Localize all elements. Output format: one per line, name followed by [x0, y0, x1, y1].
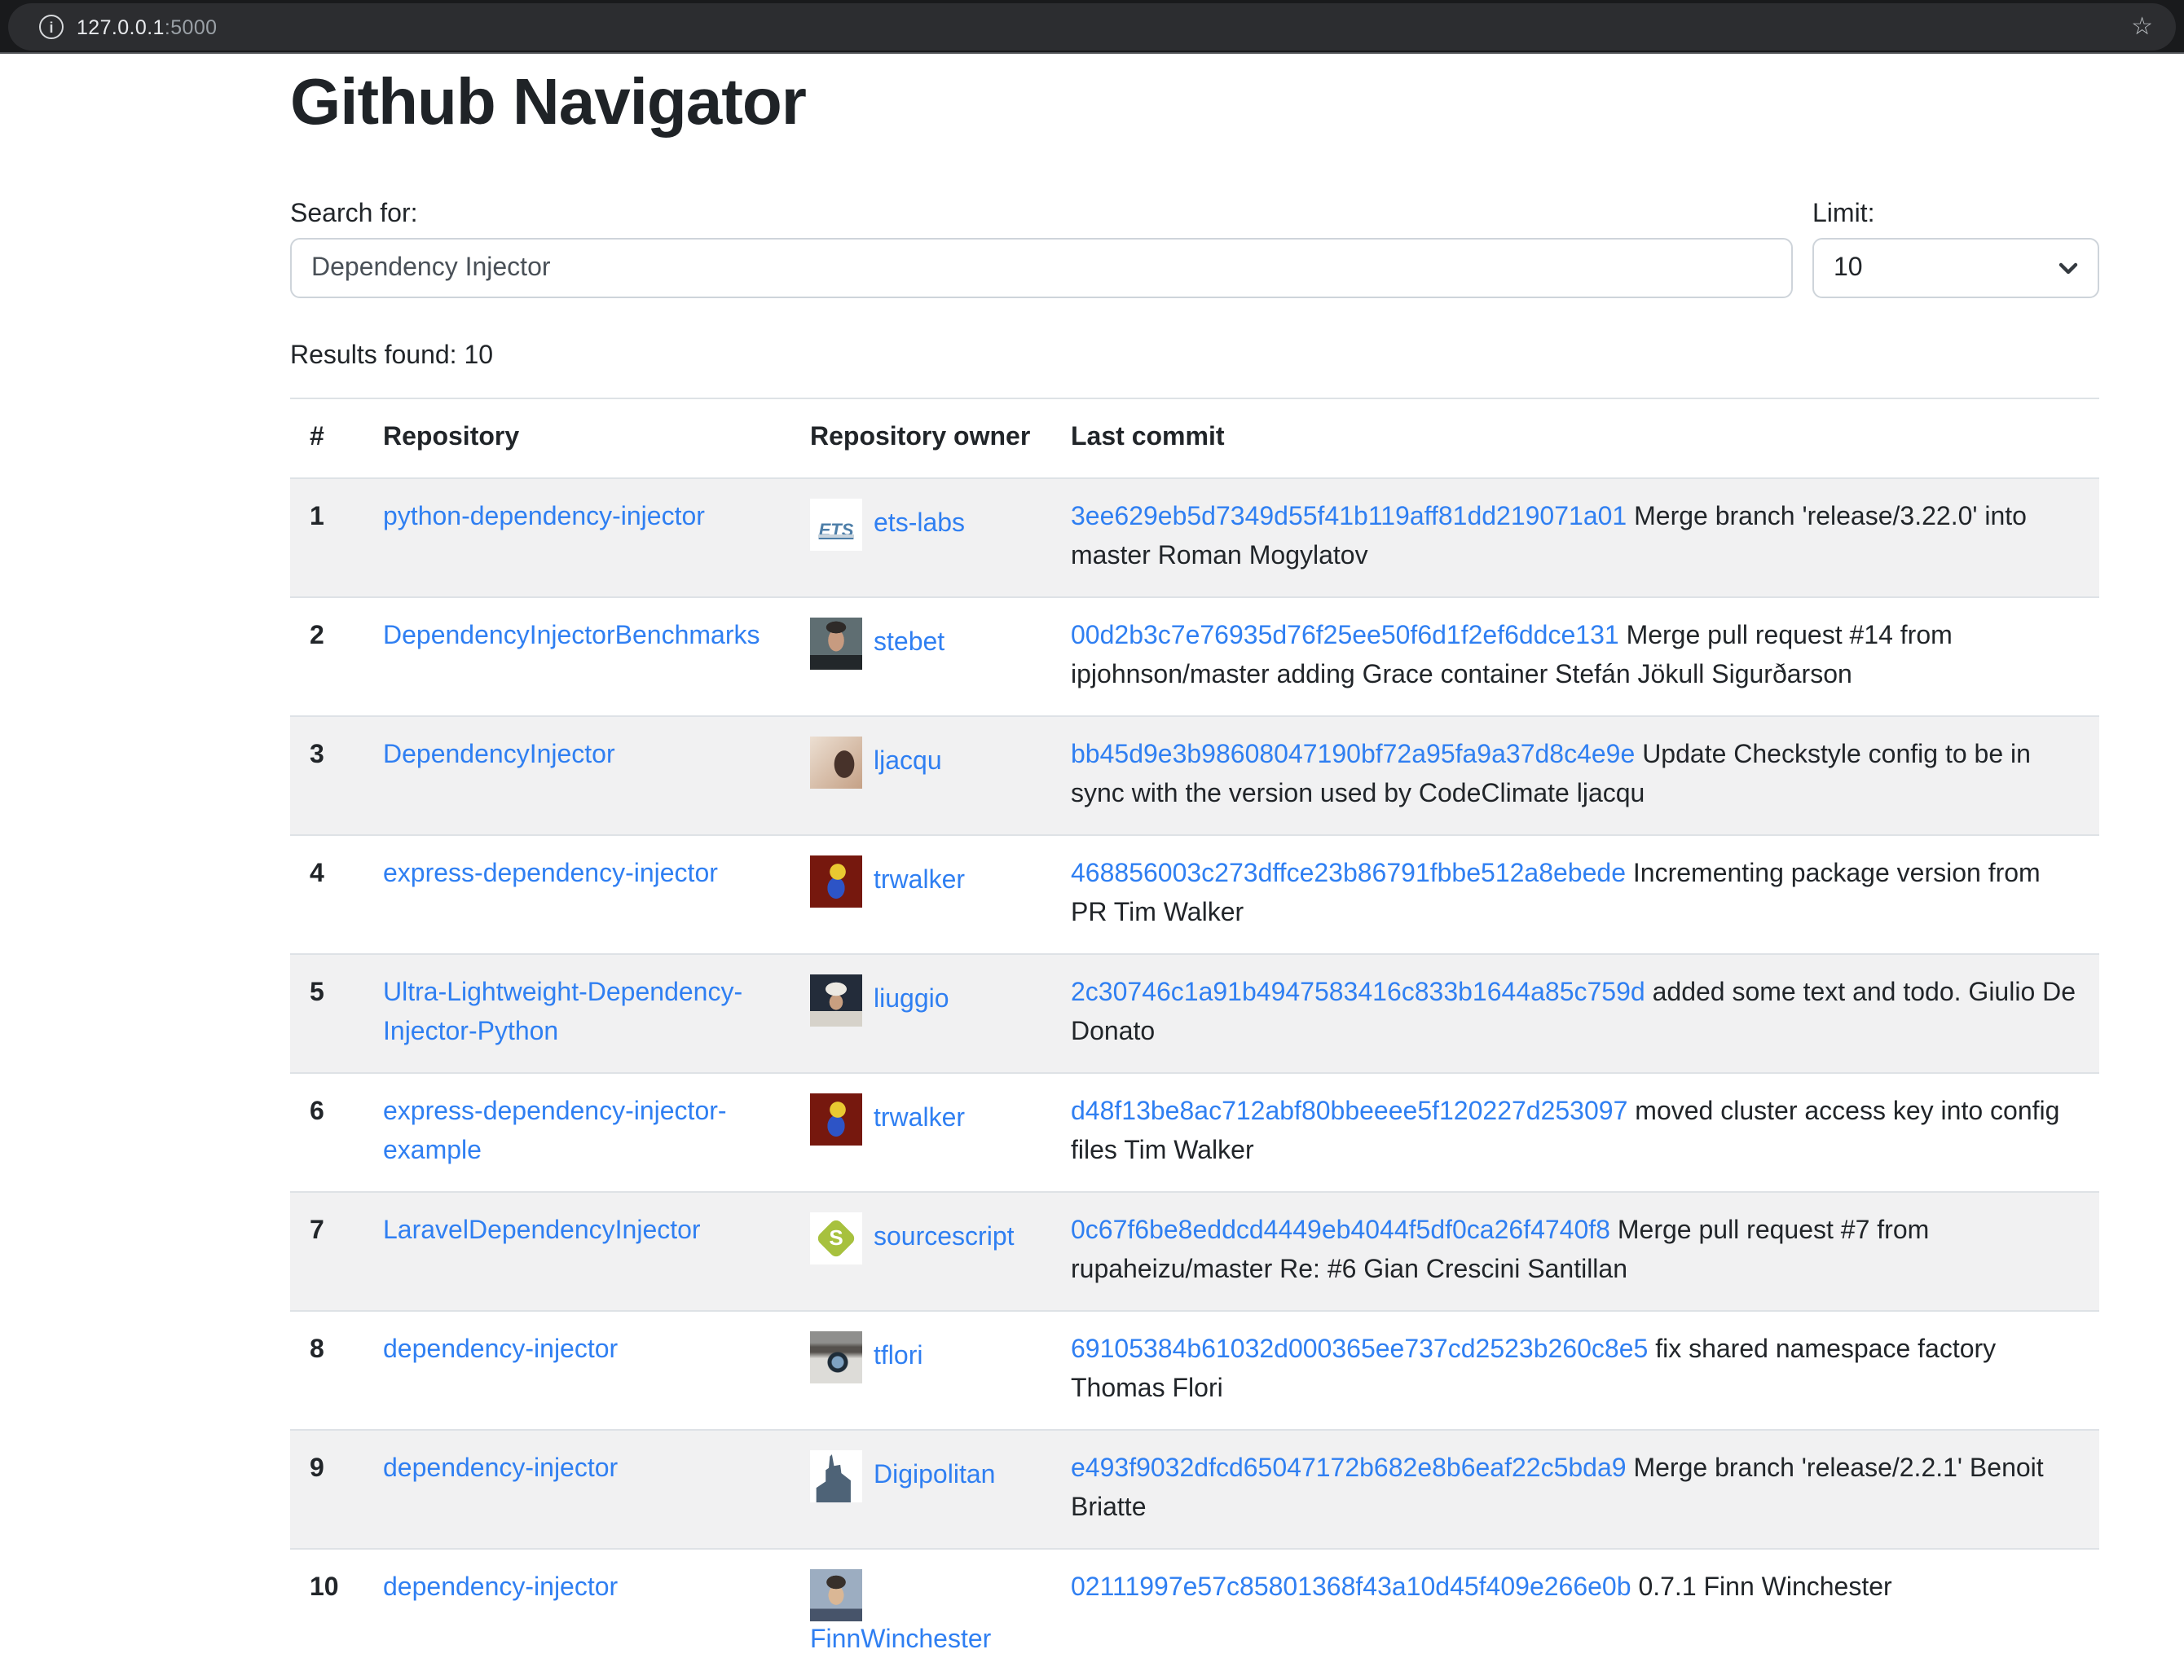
table-row: 2 DependencyInjectorBenchmarks stebet 00… [290, 597, 2099, 716]
owner-avatar [810, 974, 862, 1027]
url-port: :5000 [165, 15, 218, 38]
owner-avatar [810, 1331, 862, 1383]
commit-hash-link[interactable]: 2c30746c1a91b4947583416c833b1644a85c759d [1071, 979, 1645, 1007]
owner-avatar [810, 1093, 862, 1146]
avatar-glyph: S [810, 1212, 862, 1264]
avatar-glyph [810, 1569, 862, 1621]
owner-avatar [810, 1450, 862, 1502]
table-row: 10 dependency-injector FinnWinchester 02… [290, 1549, 2099, 1680]
row-number: 2 [290, 597, 363, 716]
commit-hash-link[interactable]: 02111997e57c85801368f43a10d45f409e266e0b [1071, 1574, 1631, 1602]
table-row: 7 LaravelDependencyInjector Ssourcescrip… [290, 1192, 2099, 1311]
results-table: # Repository Repository owner Last commi… [290, 398, 2099, 1680]
page: Github Navigator Search for: Limit: 10 [0, 54, 2184, 1680]
commit-message: 0.7.1 Finn Winchester [1638, 1574, 1891, 1602]
row-number: 5 [290, 954, 363, 1073]
header-number: # [290, 398, 363, 478]
avatar-glyph: ETS [810, 499, 862, 551]
limit-selected-value: 10 [1834, 253, 1863, 283]
row-number: 10 [290, 1549, 363, 1680]
repository-link[interactable]: dependency-injector [383, 1574, 618, 1602]
commit-hash-link[interactable]: 3ee629eb5d7349d55f41b119aff81dd219071a01 [1071, 504, 1627, 531]
row-number: 4 [290, 835, 363, 954]
commit-hash-link[interactable]: 0c67f6be8eddcd4449eb4044f5df0ca26f4740f8 [1071, 1217, 1610, 1245]
search-label: Search for: [290, 196, 1793, 235]
avatar-glyph [810, 1450, 862, 1502]
commit-hash-link[interactable]: d48f13be8ac712abf80bbeeee5f120227d253097 [1071, 1098, 1627, 1126]
row-number: 8 [290, 1311, 363, 1430]
owner-avatar [810, 618, 862, 670]
limit-label: Limit: [1812, 196, 2099, 235]
owner-link[interactable]: ljacqu [874, 748, 942, 776]
site-info-icon[interactable]: i [39, 15, 64, 39]
page-title: Github Navigator [290, 70, 2099, 135]
owner-link[interactable]: stebet [874, 629, 944, 657]
table-row: 9 dependency-injector Digipolitan e493f9… [290, 1430, 2099, 1549]
header-last-commit: Last commit [1051, 398, 2099, 478]
repository-link[interactable]: dependency-injector [383, 1336, 618, 1364]
repository-link[interactable]: DependencyInjectorBenchmarks [383, 622, 760, 650]
commit-hash-link[interactable]: 468856003c273dffce23b86791fbbe512a8ebede [1071, 860, 1626, 888]
repository-link[interactable]: Ultra-Lightweight-Dependency-Injector-Py… [383, 979, 742, 1046]
owner-avatar: S [810, 1212, 862, 1264]
owner-link[interactable]: liuggio [874, 986, 949, 1014]
owner-avatar [810, 737, 862, 789]
owner-link[interactable]: Digipolitan [874, 1462, 995, 1489]
search-form: Search for: Limit: 10 [290, 196, 2099, 298]
results-count: Results found: 10 [290, 337, 2099, 376]
owner-avatar [810, 1569, 862, 1621]
results-table-body: 1 python-dependency-injector ETS ets-labs… [290, 478, 2099, 1680]
owner-avatar: ETS [810, 499, 862, 551]
bookmark-star-icon[interactable]: ☆ [2131, 15, 2153, 39]
owner-link[interactable]: sourcescript [874, 1224, 1015, 1251]
repository-link[interactable]: LaravelDependencyInjector [383, 1217, 701, 1245]
avatar-glyph [810, 1093, 862, 1146]
commit-hash-link[interactable]: e493f9032dfcd65047172b682e8b6eaf22c5bda9 [1071, 1455, 1627, 1483]
table-row: 4 express-dependency-injector trwalker 4… [290, 835, 2099, 954]
row-number: 9 [290, 1430, 363, 1549]
url-text: 127.0.0.1:5000 [77, 15, 217, 38]
owner-link[interactable]: trwalker [874, 1105, 965, 1132]
avatar-glyph [810, 855, 862, 908]
avatar-glyph [810, 974, 862, 1027]
owner-link[interactable]: tflori [874, 1343, 922, 1370]
table-row: 8 dependency-injector tflori 69105384b61… [290, 1311, 2099, 1430]
repository-link[interactable]: express-dependency-injector [383, 860, 718, 888]
avatar-glyph [810, 1331, 862, 1383]
url-host: 127.0.0.1 [77, 15, 165, 38]
address-bar[interactable]: i 127.0.0.1:5000 ☆ [8, 3, 2176, 51]
repository-link[interactable]: DependencyInjector [383, 741, 615, 769]
table-header-row: # Repository Repository owner Last commi… [290, 398, 2099, 478]
owner-avatar [810, 855, 862, 908]
table-row: 6 express-dependency-injector-example tr… [290, 1073, 2099, 1192]
repository-link[interactable]: dependency-injector [383, 1455, 618, 1483]
table-row: 5 Ultra-Lightweight-Dependency-Injector-… [290, 954, 2099, 1073]
search-input[interactable] [290, 238, 1793, 298]
owner-link[interactable]: ets-labs [874, 510, 965, 538]
limit-select[interactable]: 10 [1812, 238, 2099, 298]
avatar-glyph [810, 618, 862, 670]
row-number: 3 [290, 716, 363, 835]
row-number: 7 [290, 1192, 363, 1311]
commit-hash-link[interactable]: 69105384b61032d000365ee737cd2523b260c8e5 [1071, 1336, 1648, 1364]
repository-link[interactable]: express-dependency-injector-example [383, 1098, 727, 1165]
commit-hash-link[interactable]: 00d2b3c7e76935d76f25ee50f6d1f2ef6ddce131 [1071, 622, 1619, 650]
table-row: 1 python-dependency-injector ETS ets-labs… [290, 478, 2099, 597]
table-row: 3 DependencyInjector ljacqu bb45d9e3b986… [290, 716, 2099, 835]
commit-hash-link[interactable]: bb45d9e3b98608047190bf72a95fa9a37d8c4e9e [1071, 741, 1635, 769]
row-number: 1 [290, 478, 363, 597]
row-number: 6 [290, 1073, 363, 1192]
browser-chrome: i 127.0.0.1:5000 ☆ [0, 0, 2184, 54]
owner-link[interactable]: FinnWinchester [810, 1626, 991, 1654]
avatar-glyph [810, 737, 862, 789]
owner-link[interactable]: trwalker [874, 867, 965, 895]
chevron-down-icon [2059, 262, 2078, 275]
header-repository: Repository [363, 398, 790, 478]
repository-link[interactable]: python-dependency-injector [383, 504, 705, 531]
header-repository-owner: Repository owner [790, 398, 1051, 478]
